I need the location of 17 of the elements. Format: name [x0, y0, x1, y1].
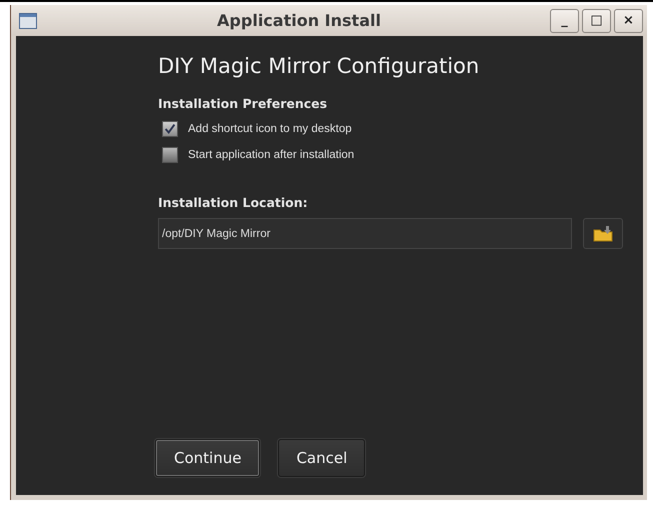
- browse-button[interactable]: [583, 218, 623, 249]
- window-control-button[interactable]: ×: [614, 8, 643, 32]
- section-title: Installation Preferences: [158, 96, 328, 111]
- window-control-button[interactable]: _: [550, 8, 579, 32]
- checkbox-label: Start application after installation: [188, 149, 354, 161]
- window-control-button[interactable]: □: [582, 8, 611, 32]
- path-field[interactable]: /opt/DIY Magic Mirror: [158, 218, 572, 249]
- checkbox[interactable]: [162, 147, 178, 163]
- dialog-button[interactable]: Cancel: [278, 439, 366, 477]
- checkbox-label: Add shortcut icon to my desktop: [188, 123, 352, 135]
- folder-icon: [593, 226, 614, 242]
- dialog-button[interactable]: Continue: [155, 439, 260, 477]
- dialog-heading: DIY Magic Mirror Configuration: [158, 54, 480, 78]
- checkbox[interactable]: [162, 121, 178, 137]
- window-icon: [19, 12, 37, 28]
- window-title: Application Install: [217, 11, 381, 30]
- field-label: Installation Location:: [158, 195, 309, 210]
